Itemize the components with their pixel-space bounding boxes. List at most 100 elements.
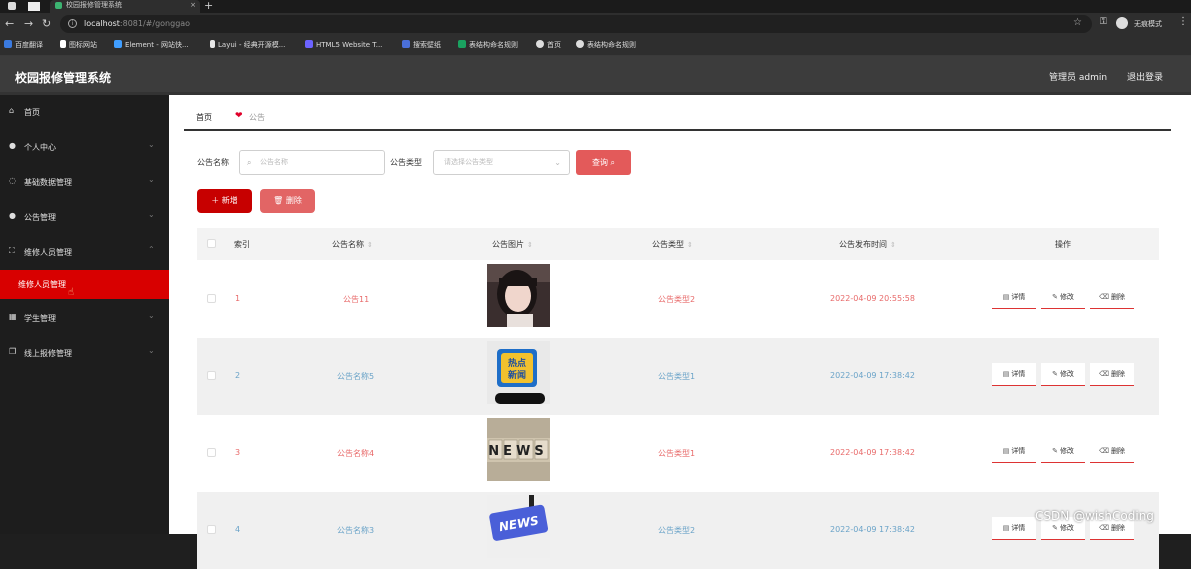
notice-image [487, 264, 550, 327]
sidebar-item-base-data[interactable]: ◌ 基础数据管理 ⌄ [0, 168, 169, 196]
action-label: 详情 [1011, 370, 1026, 378]
column-header-type[interactable]: 公告类型 ⇕ [652, 239, 693, 250]
reload-icon[interactable]: ↻ [42, 17, 51, 30]
sidebar-item-label: 个人中心 [24, 143, 56, 152]
sidebar-item-label: 维修人员管理 [24, 248, 72, 257]
chevron-down-icon: ⌄ [554, 158, 561, 167]
home-icon: ⌂ [9, 106, 15, 115]
hand-cursor-icon: ☝ [68, 287, 75, 298]
sidebar-item-label: 学生管理 [24, 314, 56, 323]
row-name: 公告11 [343, 295, 370, 304]
chevron-down-icon: ⌄ [148, 140, 155, 149]
new-tab-icon[interactable]: + [204, 0, 213, 12]
delete-button[interactable]: ⌫ 删除 [1090, 440, 1134, 463]
sort-icon[interactable]: ⇕ [367, 241, 373, 249]
detail-button[interactable]: ▤ 详情 [992, 517, 1036, 540]
row-type: 公告类型2 [658, 295, 696, 304]
address-bar[interactable]: i localhost:8081/#/gonggao [60, 15, 1092, 33]
row-checkbox[interactable] [207, 371, 216, 380]
bookmark-item[interactable]: 搜索壁纸 [402, 40, 441, 50]
browser-menu-icon[interactable] [8, 2, 16, 10]
more-icon[interactable]: ⋮ [1178, 16, 1188, 27]
svg-text:NEWS: NEWS [488, 444, 547, 459]
breadcrumb: 首页 ❤ 公告 [184, 103, 1171, 131]
close-icon[interactable]: × [190, 0, 196, 11]
batch-delete-button[interactable]: 🗑 删除 [260, 189, 315, 213]
edit-button[interactable]: ✎ 修改 [1041, 286, 1085, 309]
bookmark-item[interactable]: 百度翻译 [4, 40, 43, 50]
bookmark-item[interactable]: Layui - 经典开源模... [210, 40, 285, 50]
edit-button[interactable]: ✎ 修改 [1041, 363, 1085, 386]
bookmark-item[interactable]: Element - 网站快... [114, 40, 189, 50]
bookmark-item[interactable]: 首页 [536, 40, 561, 50]
row-time: 2022-04-09 17:38:42 [830, 525, 915, 534]
name-search-label: 公告名称 [197, 158, 229, 167]
trash-icon: ⌫ [1099, 524, 1109, 532]
name-search-input[interactable]: ⌕ 公告名称 [239, 150, 385, 175]
type-select[interactable]: 请选择公告类型 ⌄ [433, 150, 570, 175]
edit-icon: ✎ [1052, 447, 1058, 455]
bookmark-item[interactable]: HTML5 Website T... [305, 40, 382, 49]
sheet-icon [458, 40, 466, 48]
row-checkbox[interactable] [207, 525, 216, 534]
column-label: 公告类型 [652, 240, 684, 249]
row-checkbox[interactable] [207, 448, 216, 457]
app-header: 校园报修管理系统 管理员 admin 退出登录 [0, 56, 1191, 95]
sidebar-item-home[interactable]: ⌂ 首页 [0, 98, 169, 126]
select-all-checkbox[interactable] [207, 239, 216, 248]
detail-button[interactable]: ▤ 详情 [992, 363, 1036, 386]
bookmark-item[interactable]: 表结构命名规则 [576, 40, 636, 50]
breadcrumb-home[interactable]: 首页 [196, 112, 212, 123]
row-type: 公告类型2 [658, 526, 696, 535]
forward-arrow-icon[interactable]: → [24, 17, 33, 30]
trash-icon: 🗑 [273, 196, 284, 205]
sort-icon[interactable]: ⇕ [687, 241, 693, 249]
action-label: 修改 [1059, 370, 1074, 378]
delete-button[interactable]: ⌫ 删除 [1090, 363, 1134, 386]
row-name: 公告名称5 [337, 372, 375, 381]
sidebar-item-profile[interactable]: ● 个人中心 ⌄ [0, 133, 169, 161]
sort-icon[interactable]: ⇕ [527, 241, 533, 249]
logout-link[interactable]: 退出登录 [1127, 70, 1163, 83]
star-icon[interactable]: ☆ [1073, 17, 1082, 28]
detail-button[interactable]: ▤ 详情 [992, 440, 1036, 463]
sidebar-item-online-repair[interactable]: ❐ 线上报修管理 ⌄ [0, 339, 169, 367]
sidebar-item-notice[interactable]: ● 公告管理 ⌄ [0, 203, 169, 231]
trash-icon: ⌫ [1099, 293, 1109, 301]
avatar[interactable] [1116, 17, 1128, 29]
bookmark-icon [4, 40, 12, 48]
select-placeholder: 请选择公告类型 [444, 158, 493, 166]
detail-button[interactable]: ▤ 详情 [992, 286, 1036, 309]
column-header-image[interactable]: 公告图片 ⇕ [492, 239, 533, 250]
row-time: 2022-04-09 20:55:58 [830, 294, 915, 303]
search-icon: ⌕ [247, 158, 252, 167]
flag-icon [60, 40, 66, 48]
action-label: 删除 [1110, 524, 1125, 532]
window-icon[interactable] [28, 2, 40, 11]
sort-icon[interactable]: ⇕ [890, 241, 896, 249]
row-checkbox[interactable] [207, 294, 216, 303]
bookmark-item[interactable]: 图标网站 [60, 40, 97, 50]
row-time: 2022-04-09 17:38:42 [830, 448, 915, 457]
column-header-time[interactable]: 公告发布时间 ⇕ [839, 239, 896, 250]
row-index: 2 [235, 371, 241, 380]
heart-icon: ❤ [235, 111, 243, 121]
add-button[interactable]: ＋ 新增 [197, 189, 252, 213]
sidebar-subitem-repairers[interactable]: 维修人员管理 [0, 270, 169, 299]
key-icon[interactable]: ⚿ [1100, 17, 1107, 27]
sidebar-item-repairers[interactable]: ⛶ 维修人员管理 ⌃ [0, 238, 169, 266]
copy-icon: ❐ [9, 347, 17, 356]
delete-button[interactable]: ⌫ 删除 [1090, 286, 1134, 309]
table-row: 2 公告名称5 热点 新闻 公告类型1 2022-04-09 17:38:42 … [197, 338, 1159, 415]
browser-tab[interactable]: 校园报修管理系统 × [50, 0, 200, 13]
app-title: 校园报修管理系统 [15, 71, 112, 85]
info-icon[interactable]: i [68, 19, 77, 28]
sidebar-item-students[interactable]: ▦ 学生管理 ⌄ [0, 304, 169, 332]
bookmark-item[interactable]: 表结构命名规则 [458, 40, 518, 50]
edit-button[interactable]: ✎ 修改 [1041, 440, 1085, 463]
query-button[interactable]: 查询 ⌕ [576, 150, 631, 175]
chevron-down-icon: ⌄ [148, 210, 155, 219]
back-arrow-icon[interactable]: ← [5, 17, 14, 30]
profile-label[interactable]: 无痕模式 [1134, 19, 1162, 29]
column-header-name[interactable]: 公告名称 ⇕ [332, 239, 373, 250]
